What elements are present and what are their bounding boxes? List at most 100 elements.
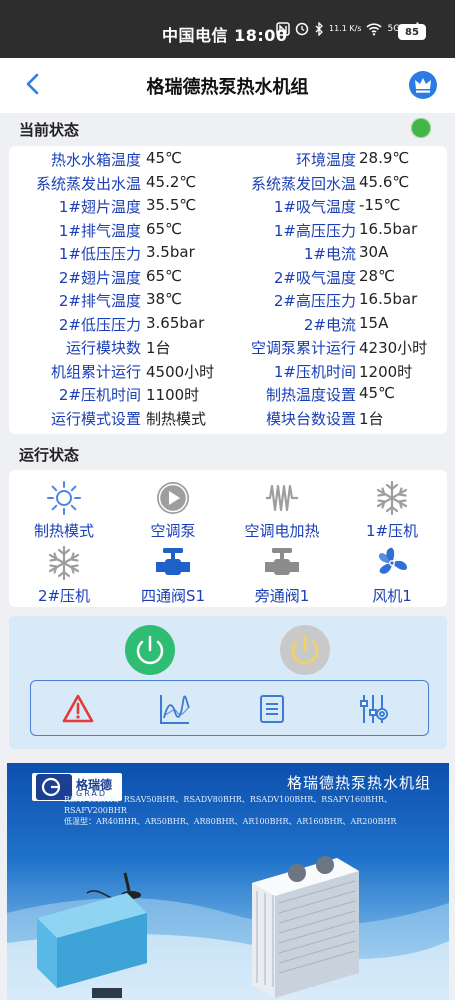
state-row: 1#翅片温度 35.5℃ 1#吸气温度 -15℃ (9, 196, 447, 219)
state-value: 45.6℃ (359, 172, 410, 191)
page-title: 格瑞德热泵热水机组 (146, 77, 309, 98)
product-illustration (7, 856, 449, 1000)
state-label: 机组累计运行 (50, 362, 141, 381)
run-item-compressor-1: 1#压机 (337, 480, 447, 541)
alarm-icon[interactable] (61, 692, 95, 726)
run-item-label: 风机1 (372, 587, 412, 605)
status-bar: 中国电信 18:00 11.1 K/s 5G 85 (0, 0, 455, 58)
state-row: 2#压机时间 1100时 制热温度设置 45℃ (9, 384, 447, 407)
state-value: 3.65bar (146, 313, 205, 332)
state-label: 1#翅片温度 (58, 198, 141, 216)
run-item-bypass-valve: 旁通阀1 (227, 545, 337, 606)
settings-sliders-icon[interactable] (356, 692, 390, 726)
state-label: 1#电流 (303, 245, 356, 263)
state-row: 2#排气温度 38℃ 2#高压压力 16.5bar (9, 290, 447, 313)
state-label: 热水水箱温度 (50, 151, 141, 169)
run-item-ac-heater: 空调电加热 (227, 480, 337, 541)
run-item-label: 空调电加热 (244, 522, 320, 540)
run-item-ac-pump: 空调泵 (118, 480, 228, 541)
state-label: 环境温度 (295, 151, 356, 169)
state-row: 运行模式设置 制热模式 模块台数设置 1台 (9, 408, 447, 431)
snowflake-icon (376, 480, 408, 516)
state-value: -15℃ (359, 196, 401, 214)
state-row: 系统蒸发出水温 45.2℃ 系统蒸发回水温 45.6℃ (9, 173, 447, 196)
state-label: 2#排气温度 (58, 292, 141, 310)
vip-crown-button[interactable] (409, 71, 437, 99)
power-on-button[interactable] (125, 625, 175, 675)
run-item-heating-mode: 制热模式 (9, 480, 119, 541)
state-value: 3.5bar (146, 243, 195, 261)
run-item-label: 旁通阀1 (254, 587, 310, 605)
run-item-fan: 风机1 (337, 545, 447, 606)
state-label: 2#吸气温度 (273, 268, 356, 287)
state-value: 28.9℃ (359, 149, 410, 167)
run-item-label: 四通阀S1 (140, 587, 206, 605)
state-label: 2#电流 (303, 315, 356, 334)
battery-indicator: 85 (398, 24, 426, 40)
state-value: 4230小时 (359, 339, 428, 357)
network-speed: 11.1 K/s (329, 24, 362, 33)
run-item-label: 1#压机 (365, 522, 419, 540)
carrier-time: 中国电信 18:00 (162, 26, 288, 45)
state-row: 运行模块数 1台 空调泵累计运行 4230小时 (9, 337, 447, 360)
state-value: 15A (359, 313, 389, 332)
run-item-label: 空调泵 (150, 522, 196, 540)
fan-icon (378, 547, 408, 574)
state-label: 1#吸气温度 (273, 198, 356, 216)
state-value: 38℃ (146, 290, 182, 308)
power-icon (136, 635, 164, 665)
state-value: 4500小时 (146, 362, 215, 381)
state-value: 35.5℃ (146, 196, 197, 214)
state-value: 16.5bar (359, 219, 418, 238)
state-value: 1台 (359, 409, 384, 428)
current-state-card: 热水水箱温度 45℃ 环境温度 28.9℃ 系统蒸发出水温 45.2℃ 系统蒸发回水温 45.… (9, 146, 447, 434)
state-value: 30A (359, 243, 389, 261)
state-label: 2#低压压力 (58, 315, 141, 334)
state-label: 运行模式设置 (50, 409, 141, 428)
valve-icon (265, 548, 299, 575)
online-status-indicator (411, 118, 431, 138)
state-label: 1#低压压力 (58, 245, 141, 263)
product-banner: 格瑞德 GRAD 格瑞德热泵热水机组 RSAV40BHR、RSAV50BHR、R… (7, 763, 449, 1000)
state-label: 模块台数设置 (265, 409, 356, 428)
power-icon (291, 635, 319, 665)
chart-icon[interactable] (158, 692, 192, 726)
heat-pump-unit (252, 856, 359, 998)
state-value: 65℃ (146, 219, 182, 238)
state-label: 系统蒸发回水温 (250, 174, 356, 193)
state-label: 1#排气温度 (58, 221, 141, 240)
state-value: 1台 (146, 339, 171, 357)
state-row: 1#低压压力 3.5bar 1#电流 30A (9, 243, 447, 266)
state-label: 2#高压压力 (273, 292, 356, 310)
heater-icon (266, 484, 298, 512)
state-value: 28℃ (359, 266, 395, 285)
state-value: 16.5bar (359, 290, 418, 308)
current-state-label: 当前状态 (19, 121, 80, 139)
state-value: 1100时 (146, 386, 200, 404)
power-off-button[interactable] (280, 625, 330, 675)
state-label: 系统蒸发出水温 (35, 174, 141, 193)
run-item-label: 2#压机 (37, 587, 91, 605)
state-label: 1#压机时间 (273, 362, 356, 381)
state-row: 2#低压压力 3.65bar 2#电流 15A (9, 314, 447, 337)
state-value: 45.2℃ (146, 172, 197, 191)
state-row: 2#翅片温度 65℃ 2#吸气温度 28℃ (9, 267, 447, 290)
tool-bar (30, 680, 429, 736)
state-label: 2#翅片温度 (58, 268, 141, 287)
state-value: 45℃ (359, 384, 395, 402)
state-value: 45℃ (146, 149, 182, 167)
state-label: 运行模块数 (65, 339, 141, 357)
app-header: 格瑞德热泵热水机组 (0, 58, 455, 113)
state-row: 热水水箱温度 45℃ 环境温度 28.9℃ (9, 149, 447, 172)
list-icon[interactable] (255, 692, 289, 726)
run-item-compressor-2: 2#压机 (9, 545, 119, 606)
state-label: 1#高压压力 (273, 221, 356, 240)
state-value: 制热模式 (146, 409, 207, 428)
sun-icon (47, 481, 81, 515)
bluetooth-icon (315, 22, 323, 36)
run-state-card: 制热模式 空调泵 空调电加热 1#压机 2#压机 四通阀S1 旁通阀1 风机1 (9, 470, 447, 607)
state-row: 1#排气温度 65℃ 1#高压压力 16.5bar (9, 220, 447, 243)
state-value: 65℃ (146, 266, 182, 285)
run-state-label: 运行状态 (19, 446, 80, 464)
state-label: 制热温度设置 (265, 386, 356, 404)
